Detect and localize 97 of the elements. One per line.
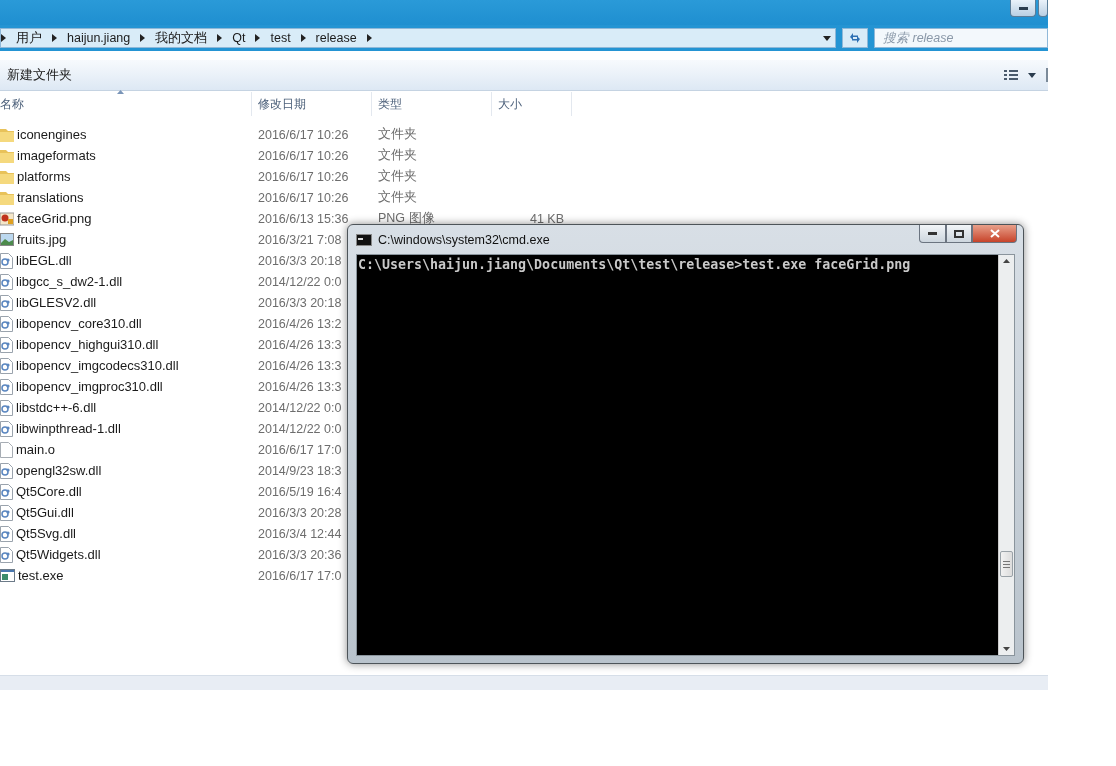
- file-type: PNG 图像: [378, 210, 435, 227]
- file-name[interactable]: opengl32sw.dll: [16, 463, 102, 478]
- console-app-icon: [356, 233, 372, 246]
- modified-date: 2016/6/17 10:26: [258, 148, 349, 163]
- dropdown-caret-icon[interactable]: [823, 35, 831, 41]
- file-name[interactable]: Qt5Gui.dll: [16, 505, 74, 520]
- scroll-up-icon[interactable]: [1003, 259, 1010, 263]
- window-title: C:\windows\system32\cmd.exe: [378, 232, 550, 247]
- file-type: 文件夹: [378, 168, 417, 185]
- breadcrumb-item[interactable]: haijun.jiang: [67, 31, 131, 45]
- scrollbar-thumb[interactable]: [1000, 551, 1013, 577]
- folder-icon: [0, 189, 14, 206]
- breadcrumb-item[interactable]: 我的文档: [155, 29, 208, 47]
- column-header[interactable]: 修改日期: [258, 95, 306, 113]
- column-header[interactable]: 类型: [378, 95, 402, 113]
- modified-date: 2016/4/26 13:3: [258, 337, 342, 352]
- modified-date: 2016/6/17 17:0: [258, 568, 342, 583]
- file-name[interactable]: libopencv_core310.dll: [16, 316, 142, 331]
- modified-date: 2016/3/4 12:44: [258, 526, 342, 541]
- breadcrumb-arrow-icon[interactable]: [366, 34, 372, 42]
- modified-date: 2014/9/23 18:3: [258, 463, 342, 478]
- modified-date: 2016/6/17 17:0: [258, 442, 342, 457]
- scroll-down-icon[interactable]: [1003, 647, 1010, 651]
- file-name[interactable]: Qt5Core.dll: [16, 484, 82, 499]
- modified-date: 2016/3/3 20:18: [258, 295, 342, 310]
- breadcrumb-arrow-icon[interactable]: [217, 34, 223, 42]
- modified-date: 2016/4/26 13:2: [258, 316, 342, 331]
- maximize-button[interactable]: [946, 225, 972, 243]
- modified-date: 2016/6/17 10:26: [258, 169, 349, 184]
- breadcrumb-item[interactable]: 用户: [16, 29, 42, 47]
- column-header[interactable]: 名称: [0, 95, 24, 113]
- file-name[interactable]: translations: [17, 190, 84, 205]
- console-line: C:\Users\haijun.jiang\Documents\Qt\test\release>test.exe faceGrid.png: [358, 257, 912, 273]
- file-name[interactable]: libopencv_imgcodecs310.dll: [16, 358, 179, 373]
- file-name[interactable]: main.o: [16, 442, 56, 457]
- file-type: 文件夹: [378, 189, 417, 206]
- file-name[interactable]: fruits.jpg: [17, 232, 67, 247]
- column-header[interactable]: 大小: [498, 95, 522, 113]
- refresh-icon: [848, 32, 862, 44]
- minimize-button[interactable]: [1010, 0, 1036, 17]
- modified-date: 2016/3/3 20:28: [258, 505, 342, 520]
- file-name[interactable]: libopencv_highgui310.dll: [16, 337, 159, 352]
- file-name[interactable]: faceGrid.png: [17, 211, 92, 226]
- folder-icon: [0, 147, 14, 164]
- file-name[interactable]: libwinpthread-1.dll: [16, 421, 121, 436]
- modified-date: 2014/12/22 0:0: [258, 421, 342, 436]
- modified-date: 2016/3/21 7:08: [258, 232, 342, 247]
- breadcrumb-item[interactable]: release: [315, 31, 357, 45]
- breadcrumb-item[interactable]: Qt: [232, 31, 246, 45]
- close-button[interactable]: [972, 225, 1017, 243]
- breadcrumb-arrow-icon[interactable]: [52, 34, 57, 42]
- modified-date: 2014/12/22 0:0: [258, 400, 342, 415]
- file-type: 文件夹: [378, 147, 417, 164]
- file-name[interactable]: Qt5Widgets.dll: [16, 547, 101, 562]
- minimize-button[interactable]: [919, 225, 946, 243]
- file-name[interactable]: libGLESV2.dll: [16, 295, 97, 310]
- view-list-icon[interactable]: [1004, 69, 1018, 81]
- modified-date: 2016/6/13 15:36: [258, 211, 349, 226]
- close-icon: [989, 229, 1000, 238]
- image-file-icon: [0, 233, 14, 246]
- search-field[interactable]: 搜索 release: [874, 28, 1048, 48]
- modified-date: 2016/4/26 13:3: [258, 358, 342, 373]
- maximize-icon: [954, 229, 964, 238]
- modified-date: 2016/3/3 20:18: [258, 253, 342, 268]
- modified-date: 2016/4/26 13:3: [258, 379, 342, 394]
- minimize-icon: [928, 232, 937, 235]
- file-size: 41 KB: [528, 211, 564, 226]
- file-name[interactable]: libstdc++-6.dll: [16, 400, 97, 415]
- file-type: 文件夹: [378, 126, 417, 143]
- image-file-icon: [0, 211, 14, 226]
- folder-icon: [0, 126, 14, 143]
- modified-date: 2016/6/17 10:26: [258, 127, 349, 142]
- breadcrumb-arrow-icon[interactable]: [140, 34, 146, 42]
- modified-date: 2016/3/3 20:36: [258, 547, 342, 562]
- address-bar[interactable]: 用户 haijun.jiang 我的文档 Qt test release: [0, 28, 836, 48]
- breadcrumb-arrow-icon[interactable]: [1, 34, 6, 42]
- refresh-button[interactable]: [842, 28, 868, 48]
- folder-icon: [0, 168, 14, 185]
- new-folder-button[interactable]: 新建文件夹: [6, 64, 73, 86]
- modified-date: 2016/6/17 10:26: [258, 190, 349, 205]
- file-name[interactable]: imageformats: [17, 148, 96, 163]
- file-name[interactable]: Qt5Svg.dll: [16, 526, 76, 541]
- file-name[interactable]: libEGL.dll: [16, 253, 72, 268]
- scrollbar[interactable]: [998, 255, 1014, 655]
- minimize-icon: [1018, 6, 1028, 10]
- file-name[interactable]: libopencv_imgproc310.dll: [16, 379, 163, 394]
- file-name[interactable]: libgcc_s_dw2-1.dll: [16, 274, 123, 289]
- file-name[interactable]: iconengines: [17, 127, 87, 142]
- file-name[interactable]: test.exe: [18, 568, 64, 583]
- breadcrumb-arrow-icon[interactable]: [255, 34, 261, 42]
- dropdown-caret-icon[interactable]: [1028, 72, 1036, 78]
- breadcrumb-item[interactable]: test: [270, 31, 291, 45]
- breadcrumb-arrow-icon[interactable]: [300, 34, 306, 42]
- modified-date: 2016/5/19 16:4: [258, 484, 342, 499]
- grip-icon: [1003, 560, 1010, 568]
- file-name[interactable]: platforms: [17, 169, 71, 184]
- modified-date: 2014/12/22 0:0: [258, 274, 342, 289]
